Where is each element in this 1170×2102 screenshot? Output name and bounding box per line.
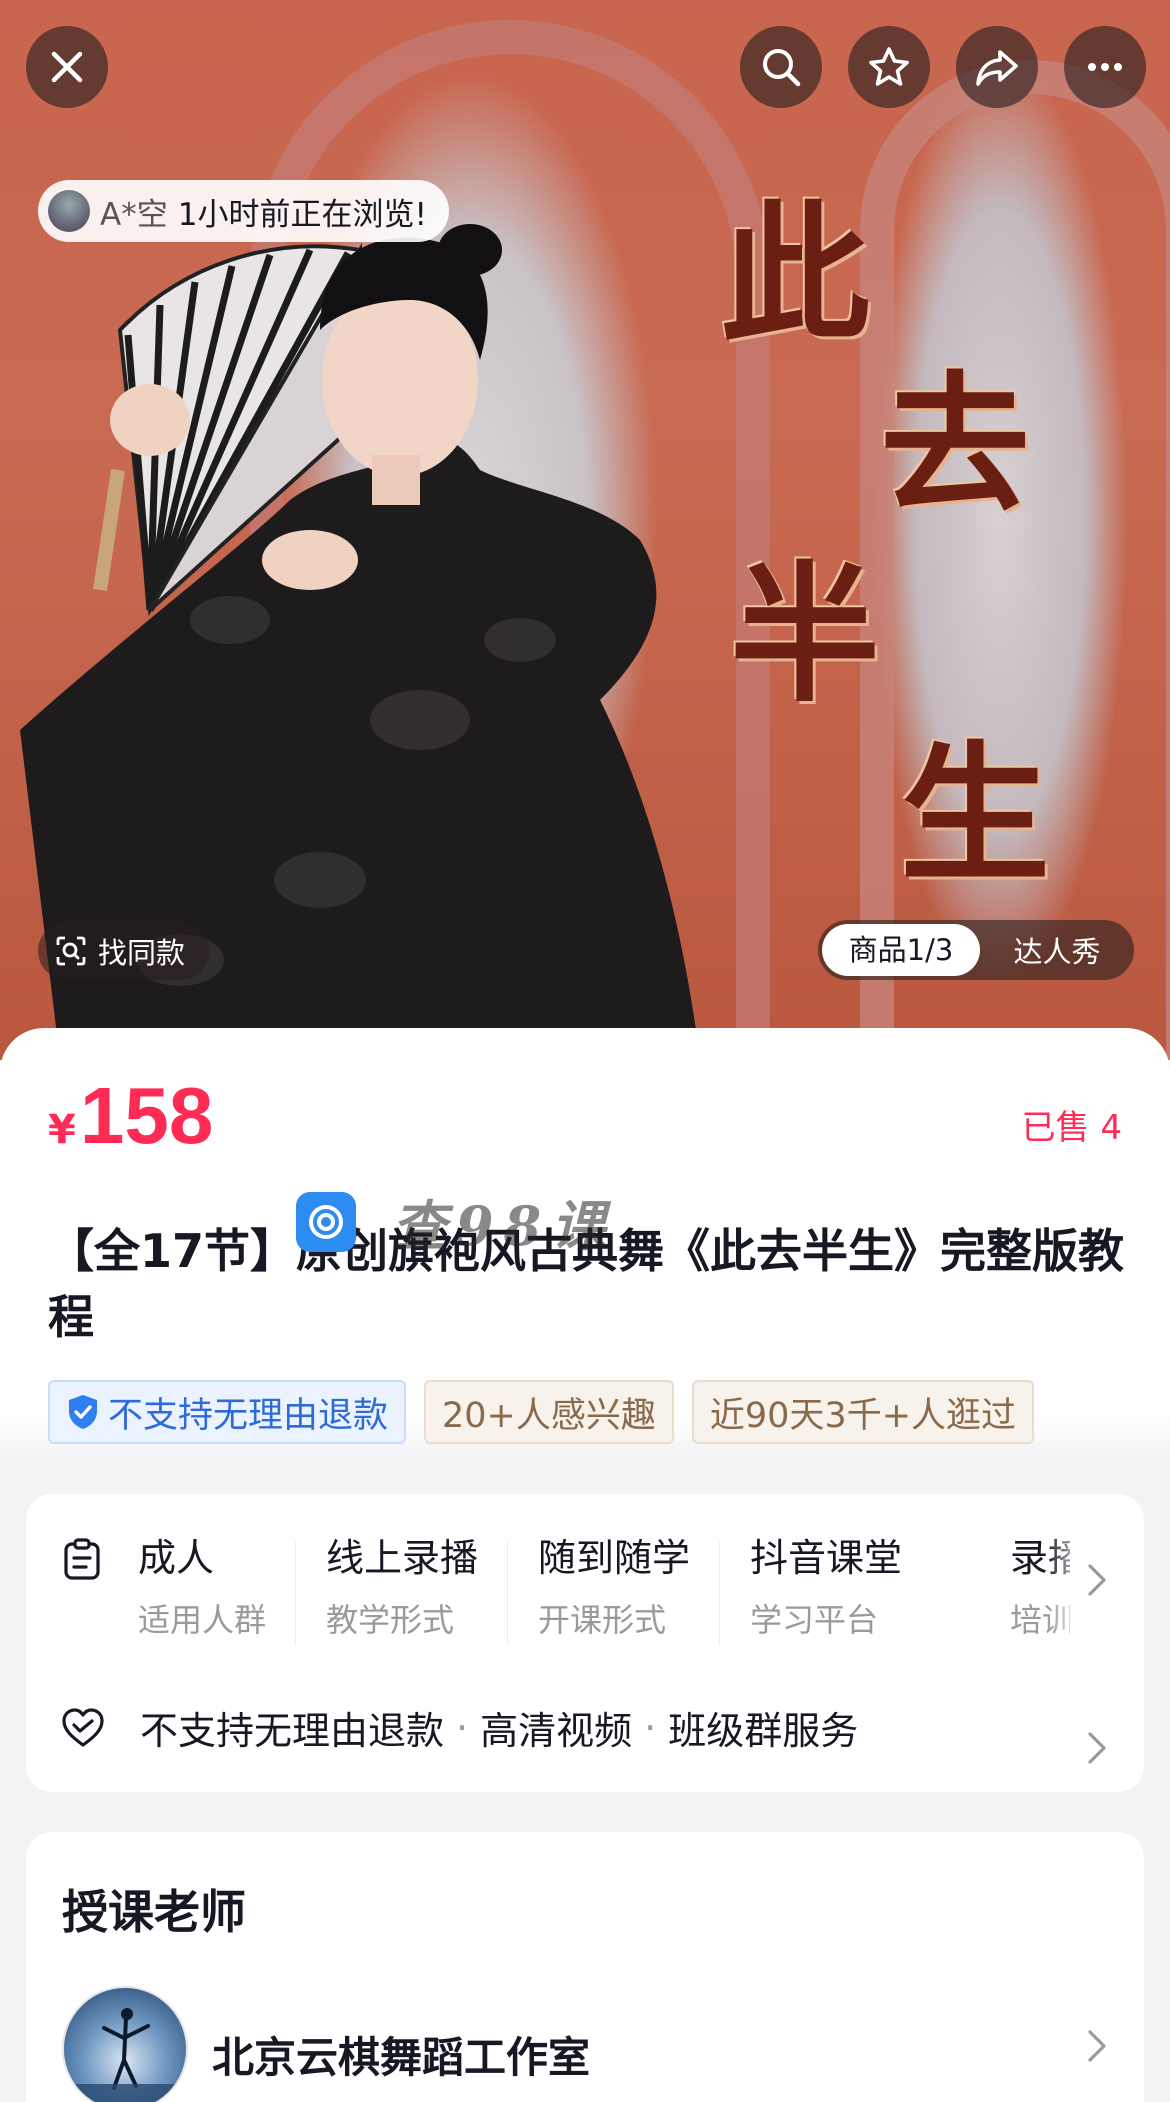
- viewer-username: A*空: [100, 196, 168, 233]
- share-button[interactable]: [956, 26, 1038, 108]
- find-similar-button[interactable]: 找同款: [38, 922, 210, 980]
- sold-count: 已售 4: [1021, 1108, 1122, 1148]
- spec-attributes-row[interactable]: 成人 适用人群 线上录播 教学形式 随到随学 开课形式 抖音课堂 学习平台: [60, 1532, 962, 1644]
- spec-key: 教学形式: [326, 1601, 455, 1639]
- spec-value: 抖音课堂: [750, 1536, 903, 1580]
- chevron-right-icon[interactable]: [1086, 2028, 1108, 2064]
- tag-label: 不支持无理由退款: [108, 1395, 389, 1436]
- spec-key: 学习平台: [750, 1601, 879, 1639]
- find-similar-label: 找同款: [98, 936, 186, 970]
- product-image-carousel[interactable]: A*空 1小时前正在浏览! 此 去 半 生 找同款 商品1/3 达人秀: [0, 0, 1170, 1060]
- service-item: 班级群服务: [668, 1709, 859, 1753]
- search-button[interactable]: [740, 26, 822, 108]
- close-icon: [51, 51, 83, 83]
- price: ¥ 158: [48, 1070, 213, 1162]
- spec-value: 随到随学: [538, 1536, 691, 1580]
- tag-label: 20+人感兴趣: [442, 1395, 656, 1436]
- close-button[interactable]: [26, 26, 108, 108]
- spec-key: 开课形式: [538, 1601, 667, 1639]
- service-guarantees-row[interactable]: 不支持无理由退款 · 高清视频 · 班级群服务: [60, 1700, 858, 1755]
- tag-label: 近90天3千+人逛过: [709, 1395, 1017, 1436]
- tag-no-refund[interactable]: 不支持无理由退款: [48, 1380, 407, 1444]
- star-icon: [869, 47, 909, 86]
- tab-product-images[interactable]: 商品1/3: [822, 924, 980, 976]
- scan-icon: [56, 936, 86, 966]
- recent-viewer-notice: A*空 1小时前正在浏览!: [38, 180, 449, 242]
- spec-value: 线上录播: [326, 1536, 479, 1580]
- spec-class-format: 随到随学 开课形式: [538, 1532, 721, 1644]
- tag-interested: 20+人感兴趣: [424, 1380, 674, 1444]
- more-button[interactable]: [1064, 26, 1146, 108]
- teacher-avatar[interactable]: [62, 1986, 188, 2102]
- poster-title-char: 此: [720, 187, 871, 363]
- viewer-avatar: [48, 190, 90, 232]
- teacher-card: 授课老师 北京云棋舞蹈工作室: [26, 1832, 1144, 2102]
- teacher-name[interactable]: 北京云棋舞蹈工作室: [212, 2024, 590, 2085]
- watermark: 查98课: [296, 1182, 615, 1261]
- chevron-right-icon[interactable]: [1086, 1562, 1108, 1598]
- spec-teaching-format: 线上录播 教学形式: [326, 1532, 509, 1644]
- separator: ·: [456, 1705, 469, 1750]
- section-title: 授课老师: [62, 1885, 246, 1939]
- heart-shield-icon: [62, 1707, 104, 1747]
- spec-value: 成人: [138, 1536, 215, 1580]
- watermark-logo-icon: [296, 1191, 356, 1252]
- favorite-button[interactable]: [848, 26, 930, 108]
- poster-title-char: 半: [730, 547, 881, 723]
- clipboard-icon: [64, 1538, 100, 1580]
- viewer-activity-text: 1小时前正在浏览!: [177, 196, 427, 233]
- search-icon: [763, 49, 801, 87]
- shield-check-icon: [69, 1395, 97, 1429]
- course-specs-card[interactable]: 成人 适用人群 线上录播 教学形式 随到随学 开课形式 抖音课堂 学习平台 录播…: [26, 1494, 1144, 1792]
- spec-platform: 抖音课堂 学习平台: [750, 1532, 932, 1644]
- currency-symbol: ¥: [48, 1107, 76, 1153]
- service-item: 不支持无理由退款: [140, 1709, 445, 1753]
- spec-audience: 成人 适用人群: [138, 1532, 297, 1644]
- separator: ·: [644, 1705, 657, 1750]
- dancer-logo-icon: [64, 2008, 186, 2102]
- spec-key: 适用人群: [138, 1601, 267, 1639]
- chevron-right-icon[interactable]: [1086, 1730, 1108, 1766]
- share-arrow-icon: [976, 50, 1018, 86]
- service-item: 高清视频: [480, 1709, 633, 1753]
- product-tags: 不支持无理由退款 20+人感兴趣 近90天3千+人逛过: [48, 1380, 1035, 1444]
- poster-title-char: 生: [900, 727, 1051, 903]
- price-value: 158: [79, 1071, 214, 1160]
- tag-visited: 近90天3千+人逛过: [691, 1380, 1035, 1444]
- media-tab-switch: 商品1/3 达人秀: [818, 920, 1134, 980]
- tab-influencer-show[interactable]: 达人秀: [980, 929, 1134, 971]
- watermark-text: 查98课: [392, 1194, 616, 1258]
- more-dots-icon: [1088, 63, 1122, 71]
- poster-title-char: 去: [880, 357, 1031, 533]
